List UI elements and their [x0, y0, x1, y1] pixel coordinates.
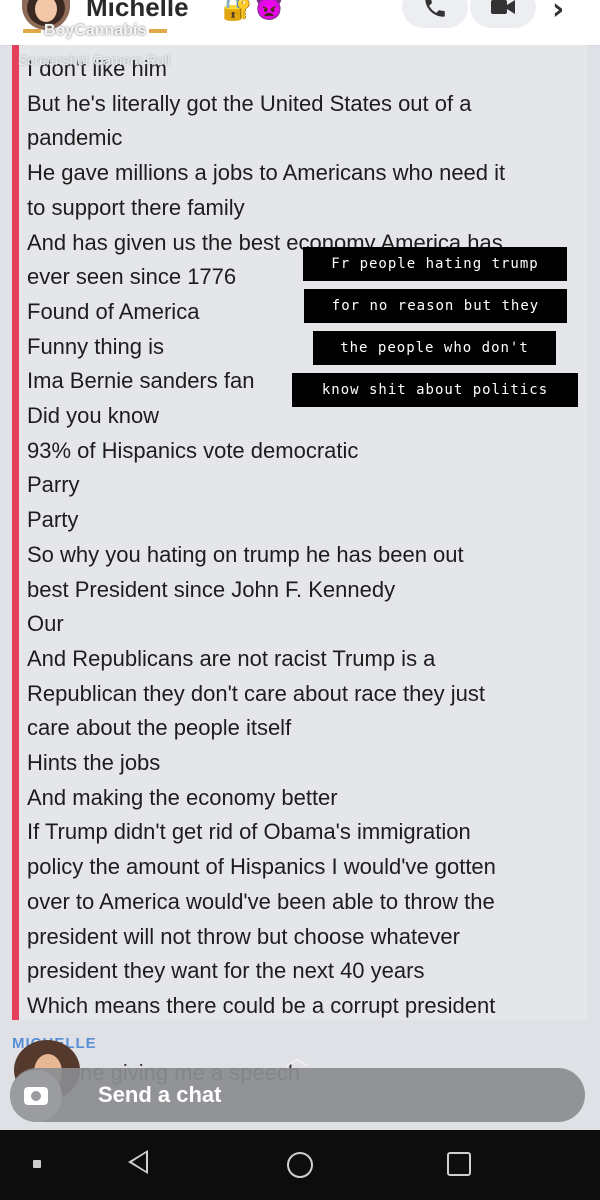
- message-line: president they want for the next 40 year…: [27, 958, 425, 984]
- overlay-subtext: Screenshot Camera Roll: [18, 52, 171, 68]
- back-triangle-inner: [132, 1153, 146, 1171]
- message-line: If Trump didn't get rid of Obama's immig…: [27, 819, 471, 845]
- caption-line-4: know shit about politics: [292, 373, 578, 407]
- message-line: Party: [27, 507, 79, 533]
- recents-square-icon[interactable]: [447, 1152, 471, 1176]
- message-line: president will not throw but choose what…: [27, 923, 460, 949]
- chevron-right-icon[interactable]: ›: [552, 0, 564, 27]
- nav-dot-icon: [33, 1160, 41, 1168]
- message-line: Parry: [27, 472, 80, 498]
- message-line: But he's literally got the United States…: [27, 90, 472, 116]
- message-line: He gave millions a jobs to Americans who…: [27, 160, 506, 186]
- message-accent-bar: [12, 45, 19, 1020]
- message-text: I don't like him But he's literally got …: [27, 52, 587, 1024]
- overlay-username: BoyCannabis: [20, 22, 170, 40]
- video-icon: [491, 0, 515, 14]
- message-line: Which means there could be a corrupt pre…: [27, 992, 496, 1018]
- chat-input-placeholder[interactable]: Send a chat: [98, 1082, 221, 1108]
- phone-icon: [425, 0, 445, 17]
- message-line: Hints the jobs: [27, 750, 161, 776]
- caption-line-1: Fr people hating trump: [303, 247, 567, 281]
- message-line: best President since John F. Kennedy: [27, 576, 396, 602]
- message-line: to support there family: [27, 194, 245, 220]
- message-line: policy the amount of Hispanics I would'v…: [27, 854, 496, 880]
- message-line: And making the economy better: [27, 784, 338, 810]
- caption-line-3: the people who don't: [313, 331, 556, 365]
- phone-call-button[interactable]: [402, 0, 468, 28]
- devil-emoji: 👿: [254, 0, 284, 22]
- contact-name[interactable]: Michelle: [86, 0, 189, 23]
- message-line: And Republicans are not racist Trump is …: [27, 645, 436, 671]
- message-line: care about the people itself: [27, 715, 292, 741]
- caption-line-2: for no reason but they: [304, 289, 567, 323]
- camera-icon: [24, 1087, 48, 1105]
- message-line: Our: [27, 611, 64, 637]
- message-line: Republican they don't care about race th…: [27, 680, 485, 706]
- chat-input-bar[interactable]: [10, 1068, 585, 1122]
- video-call-button[interactable]: [470, 0, 536, 28]
- message-line: 93% of Hispanics vote democratic: [27, 437, 359, 463]
- message-line: So why you hating on trump he has been o…: [27, 541, 464, 567]
- message-line: pandemic: [27, 125, 123, 151]
- home-circle-icon[interactable]: [287, 1152, 313, 1178]
- camera-button[interactable]: [10, 1070, 62, 1122]
- message-line: over to America would've been able to th…: [27, 888, 495, 914]
- lock-emoji: 🔐: [222, 0, 252, 22]
